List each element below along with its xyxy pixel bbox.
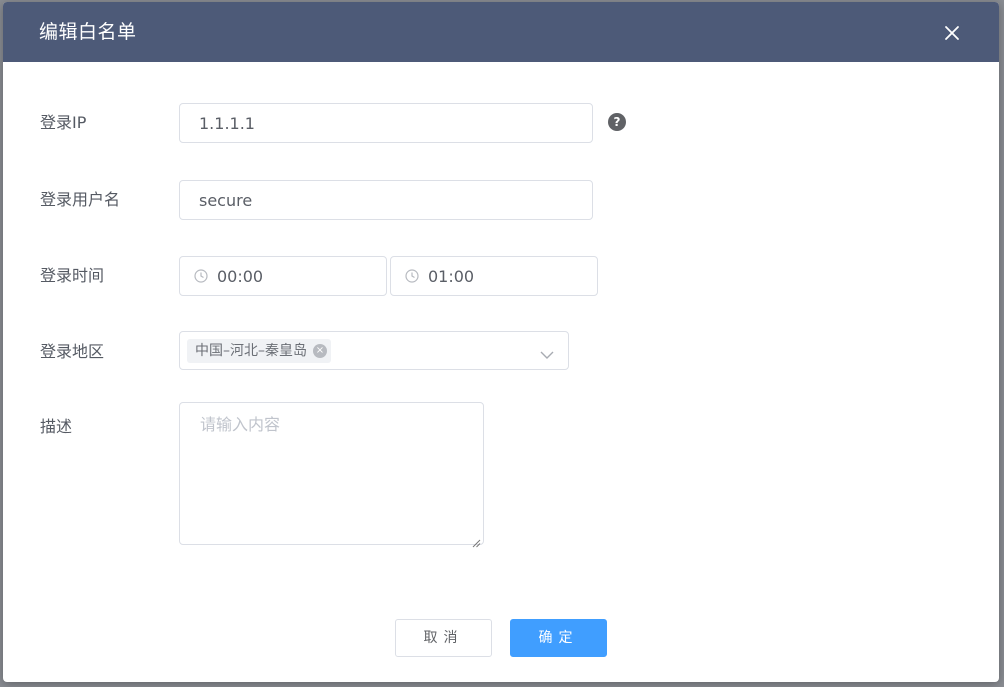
resize-handle-icon[interactable] xyxy=(472,533,481,548)
login-username-input[interactable]: secure xyxy=(179,180,593,220)
region-tag-text: 中国–河北–秦皇岛 xyxy=(195,343,307,359)
login-username-value: secure xyxy=(199,191,253,210)
login-time-start-value: 00:00 xyxy=(217,267,264,286)
description-label: 描述 xyxy=(40,417,73,436)
login-time-start-picker[interactable]: 00:00 xyxy=(179,256,387,296)
login-ip-input[interactable]: 1.1.1.1 xyxy=(179,103,593,143)
login-ip-value: 1.1.1.1 xyxy=(199,114,255,133)
login-time-end-picker[interactable]: 01:00 xyxy=(390,256,598,296)
login-time-end-value: 01:00 xyxy=(428,267,475,286)
help-icon[interactable]: ? xyxy=(608,113,626,131)
region-tag: 中国–河北–秦皇岛 × xyxy=(187,339,331,363)
close-icon[interactable] xyxy=(940,21,964,45)
whitelist-edit-dialog: 编辑白名单 登录IP 1.1.1.1 ? 登录用户名 secure 登录时间 0… xyxy=(3,2,999,682)
description-placeholder: 请输入内容 xyxy=(200,415,281,434)
cancel-button[interactable]: 取消 xyxy=(395,619,492,657)
login-region-select[interactable]: 中国–河北–秦皇岛 × xyxy=(179,331,569,370)
login-region-label: 登录地区 xyxy=(40,342,105,361)
confirm-button[interactable]: 确定 xyxy=(510,619,607,657)
chevron-down-icon[interactable] xyxy=(540,345,554,359)
clock-icon xyxy=(193,268,209,284)
dialog-header: 编辑白名单 xyxy=(3,2,999,62)
login-ip-label: 登录IP xyxy=(40,113,87,132)
description-textarea[interactable]: 请输入内容 xyxy=(179,402,484,548)
tag-close-icon[interactable]: × xyxy=(313,344,327,358)
clock-icon xyxy=(404,268,420,284)
login-time-label: 登录时间 xyxy=(40,266,105,285)
dialog-title: 编辑白名单 xyxy=(39,21,137,43)
login-username-label: 登录用户名 xyxy=(40,190,121,209)
